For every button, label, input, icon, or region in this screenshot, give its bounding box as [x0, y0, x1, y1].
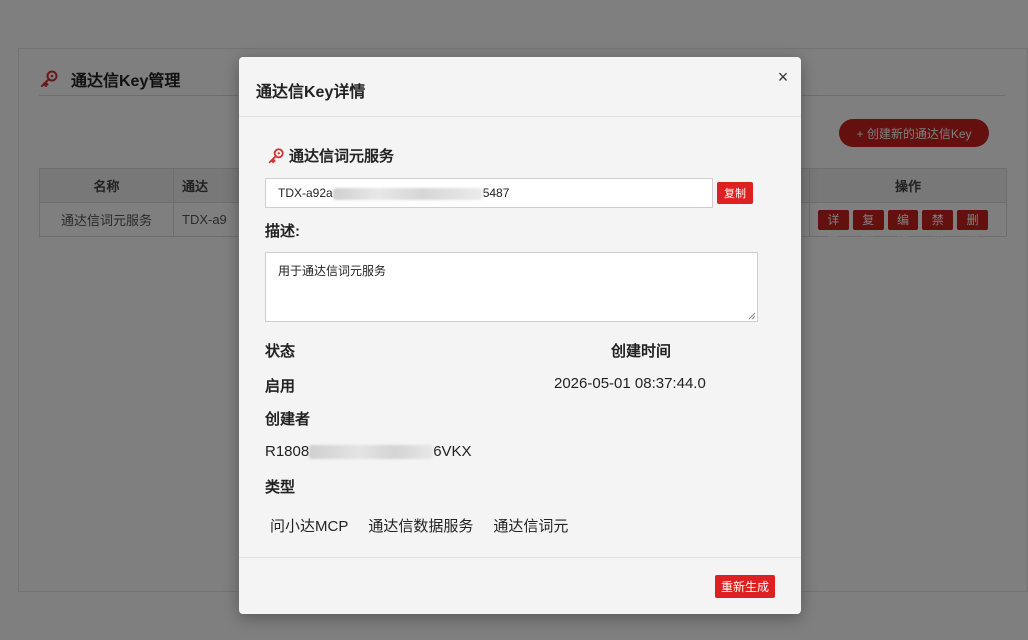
- key-value-suffix: 5487: [482, 186, 510, 200]
- key-value-prefix: TDX-a92a: [278, 186, 333, 200]
- copy-key-button[interactable]: 复制: [717, 182, 753, 204]
- type-label: 类型: [265, 479, 296, 496]
- creator-suffix: 6VKX: [433, 443, 472, 460]
- close-icon[interactable]: ×: [773, 67, 793, 87]
- description-label: 描述:: [265, 223, 300, 240]
- creator-label: 创建者: [265, 411, 311, 428]
- resize-handle-icon[interactable]: [746, 310, 756, 320]
- modal-title: 通达信Key详情: [256, 84, 366, 101]
- creator-value: R1808 6VKX: [265, 443, 472, 460]
- key-name-row: 通达信词元服务: [267, 145, 394, 166]
- type-tag-wenxiaoda: 问小达MCP: [270, 518, 349, 535]
- created-time-value: 2026-05-01 08:37:44.0: [554, 375, 706, 392]
- creator-prefix: R1808: [265, 443, 310, 460]
- regenerate-button[interactable]: 重新生成: [715, 575, 775, 598]
- type-list: 问小达MCP 通达信数据服务 通达信词元: [270, 515, 568, 536]
- key-value-field[interactable]: TDX-a92a 5487: [265, 178, 713, 208]
- created-time-label: 创建时间: [611, 343, 672, 360]
- description-field[interactable]: 用于通达信词元服务: [265, 252, 758, 322]
- key-value-redacted: [332, 187, 483, 200]
- key-icon: [268, 147, 284, 163]
- status-label: 状态: [265, 343, 296, 360]
- type-tag-data-service: 通达信数据服务: [368, 518, 474, 535]
- creator-redacted: [309, 445, 434, 460]
- type-tag-token: 通达信词元: [493, 518, 569, 535]
- modal-header: 通达信Key详情 ×: [239, 57, 801, 117]
- status-value: 启用: [265, 378, 296, 395]
- key-detail-modal: 通达信Key详情 × 通达信词元服务 TDX-a92a 5487 复制 描述: 用…: [239, 57, 801, 614]
- modal-footer: 重新生成: [239, 557, 801, 614]
- key-name: 通达信词元服务: [289, 148, 395, 165]
